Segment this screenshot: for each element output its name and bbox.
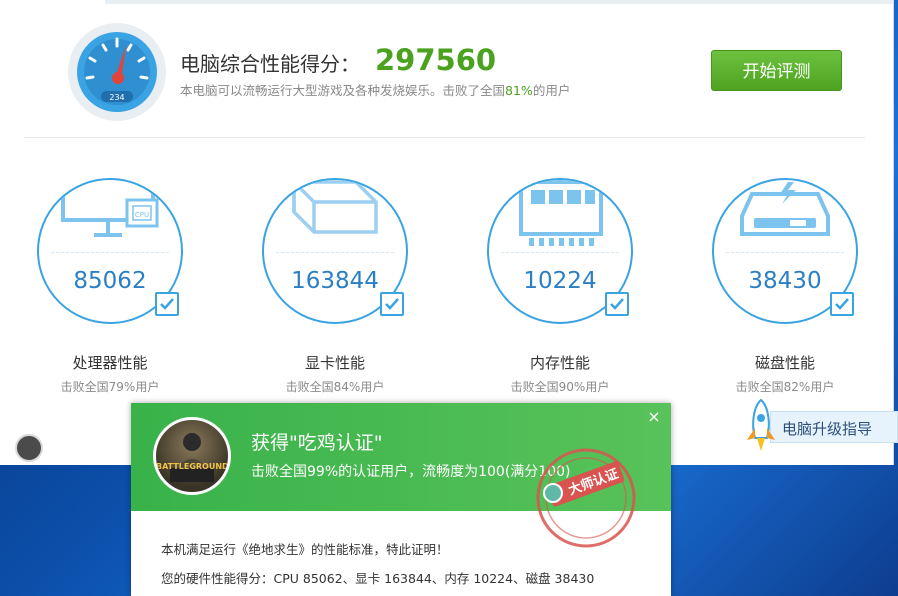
hardware-scores-summary: 您的硬件性能得分：CPU 85062、显卡 163844、内存 10224、磁盘… <box>161 571 595 586</box>
certification-popup: × BATTLEGROUNDS 获得"吃鸡认证" 击败全国99%的认证用户，流畅… <box>131 403 671 596</box>
popup-title: 获得"吃鸡认证" <box>251 432 383 454</box>
check-icon <box>380 292 404 316</box>
gpu-label: 显卡性能 <box>304 354 365 372</box>
disk-percentile: 击败全国82%用户 <box>735 380 835 394</box>
svg-text:CPU: CPU <box>135 211 149 219</box>
start-benchmark-button[interactable]: 开始评测 <box>711 50 842 91</box>
rocket-icon <box>747 398 775 451</box>
memory-label: 内存性能 <box>529 354 590 372</box>
gpu-score: 163844 <box>291 268 379 294</box>
check-icon <box>830 292 854 316</box>
active-tab[interactable] <box>0 0 105 4</box>
upgrade-guide-button[interactable]: 电脑升级指导 <box>742 398 898 453</box>
memory-percentile: 击败全国90%用户 <box>510 380 610 394</box>
circle-divider <box>276 252 394 253</box>
cpu-percentile: 击败全国79%用户 <box>60 380 160 394</box>
circle-divider <box>51 252 169 253</box>
score-description-prefix: 本电脑可以流畅运行大型游戏及各种发烧娱乐。击败了全国 <box>180 83 506 98</box>
circle-divider <box>726 252 844 253</box>
score-percentile: 81% <box>505 83 533 98</box>
gpu-percentile: 击败全国84%用户 <box>285 380 385 394</box>
master-stamp-icon: 大师认证 <box>536 448 636 548</box>
check-icon <box>605 292 629 316</box>
close-icon[interactable]: × <box>646 409 662 425</box>
disk-score: 38430 <box>748 268 822 294</box>
overall-score: 297560 <box>375 43 497 77</box>
benchmark-window: 234 电脑综合性能得分： 297560 本电脑可以流畅运行大型游戏及各种发烧娱… <box>0 0 898 465</box>
game-logo-image: BATTLEGROUNDS <box>153 417 231 495</box>
circle-divider <box>501 252 619 253</box>
upgrade-guide-label: 电脑升级指导 <box>782 420 873 438</box>
divider <box>25 137 865 138</box>
score-description-suffix: 的用户 <box>532 83 571 98</box>
score-title: 电脑综合性能得分： <box>180 52 360 76</box>
cpu-score: 85062 <box>73 268 147 294</box>
check-icon <box>155 292 179 316</box>
gauge-digits: 234 <box>109 93 124 102</box>
game-logo-text: BATTLEGROUNDS <box>156 462 231 471</box>
certification-statement: 本机满足运行《绝地求生》的性能标准，特此证明！ <box>161 542 449 557</box>
cpu-label: 处理器性能 <box>72 354 148 372</box>
score-description: 本电脑可以流畅运行大型游戏及各种发烧娱乐。击败了全国81%的用户 <box>180 80 570 99</box>
speedometer-icon: 234 <box>68 23 166 121</box>
disk-label: 磁盘性能 <box>754 354 815 372</box>
popup-subtitle: 击败全国99%的认证用户，流畅度为100(满分100) <box>251 464 571 480</box>
user-avatar[interactable] <box>15 434 43 462</box>
window-tab-strip <box>0 0 893 4</box>
memory-score: 10224 <box>523 268 597 294</box>
